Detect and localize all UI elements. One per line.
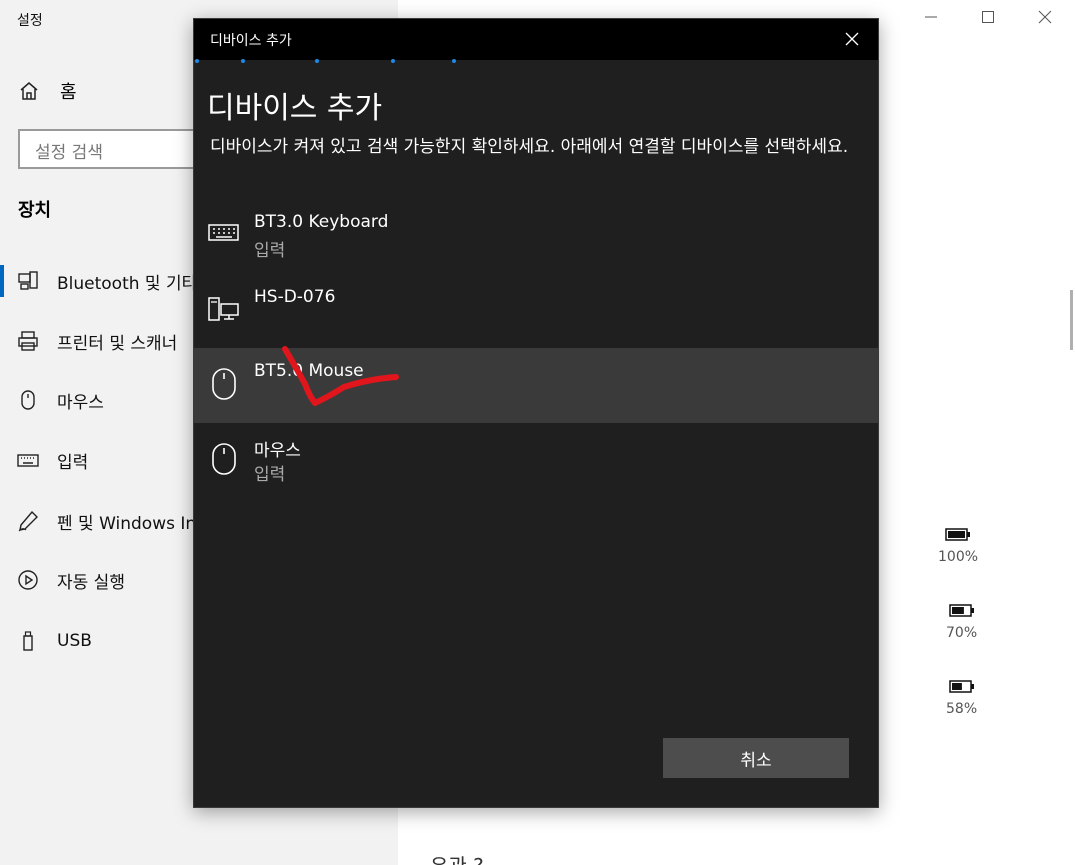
dialog-titlebar: 디바이스 추가	[194, 19, 878, 60]
battery-label: 100%	[938, 549, 979, 565]
device-name: BT3.0 Keyboard	[254, 212, 389, 232]
device-name: HS-D-076	[254, 287, 336, 307]
device-type: 입력	[254, 241, 286, 261]
sidebar-item-label: 입력	[57, 452, 89, 473]
battery-indicator: 100%	[938, 528, 978, 565]
minimize-button[interactable]	[916, 8, 946, 29]
dialog-heading: 디바이스 추가	[207, 91, 383, 126]
sidebar-item-label: 자동 실행	[57, 572, 125, 593]
keyboard-icon	[208, 224, 239, 241]
home-nav-item[interactable]: 홈	[18, 78, 77, 104]
usb-icon	[17, 630, 39, 652]
maximize-button[interactable]	[973, 8, 1003, 29]
device-type: 입력	[254, 465, 286, 485]
sidebar-item-label: 프린터 및 스캐너	[57, 333, 178, 354]
dialog-description: 디바이스가 켜져 있고 검색 가능한지 확인하세요. 아래에서 연결할 디바이스…	[210, 137, 849, 157]
cancel-button[interactable]: 취소	[663, 738, 849, 778]
device-name: 마우스	[254, 441, 301, 461]
close-icon	[1038, 10, 1052, 24]
sidebar-item-label: 펜 및 Windows Ink	[57, 513, 207, 534]
device-item-mouse[interactable]: 마우스 입력	[194, 423, 878, 498]
printer-icon	[17, 330, 39, 352]
home-label: 홈	[60, 82, 77, 103]
mouse-icon	[212, 368, 236, 400]
device-name: BT5.0 Mouse	[254, 361, 364, 381]
battery-icon	[948, 604, 974, 617]
battery-icon	[948, 680, 974, 693]
progress-dots	[194, 59, 880, 65]
battery-label: 70%	[946, 625, 978, 641]
home-icon	[20, 82, 38, 100]
window-close-button[interactable]	[1030, 8, 1060, 29]
app-title: 설정	[17, 13, 43, 29]
mouse-icon	[212, 443, 236, 475]
battery-label: 58%	[946, 701, 978, 717]
search-input[interactable]: 설정 검색	[18, 129, 218, 169]
device-item-keyboard[interactable]: BT3.0 Keyboard 입력	[194, 199, 878, 274]
bluetooth-devices-icon	[17, 270, 39, 292]
battery-icon	[945, 528, 971, 541]
section-title: 장치	[18, 200, 52, 221]
computer-icon	[208, 297, 239, 321]
dialog-close-icon[interactable]	[840, 27, 864, 51]
pen-icon	[17, 510, 39, 532]
scrollbar[interactable]	[1070, 290, 1073, 350]
device-item-computer[interactable]: HS-D-076	[194, 274, 878, 349]
dialog-window-title: 디바이스 추가	[210, 32, 292, 49]
add-device-dialog: 디바이스 추가 디바이스 추가 디바이스가 켜져 있고 검색 가능한지 확인하세…	[193, 18, 879, 808]
device-item-bt-mouse[interactable]: BT5.0 Mouse	[194, 348, 878, 423]
maximize-icon	[982, 11, 994, 23]
battery-indicator: 58%	[946, 680, 977, 717]
sidebar-item-label: 마우스	[57, 392, 104, 413]
sidebar-item-label: USB	[57, 631, 92, 651]
battery-indicator: 70%	[946, 604, 977, 641]
related-settings-heading: 유관 ?	[430, 850, 484, 865]
minimize-icon	[925, 16, 937, 18]
autoplay-icon	[17, 569, 39, 591]
keyboard-icon	[17, 449, 39, 471]
mouse-icon	[17, 389, 39, 411]
